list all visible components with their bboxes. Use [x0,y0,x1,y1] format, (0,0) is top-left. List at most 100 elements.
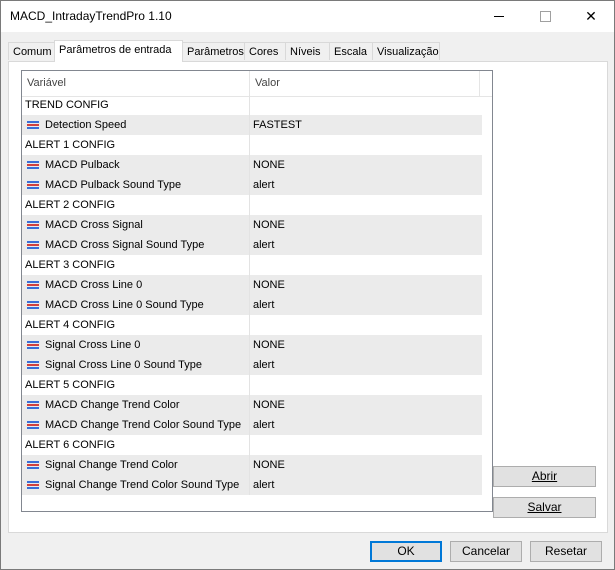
grid-rows: TREND CONFIG Detection Speed FASTEST ALERT … [22,95,482,495]
parameter-row[interactable]: MACD Cross Line 0 Sound Type alert [22,295,482,315]
value-cell[interactable]: NONE [250,335,482,355]
variable-cell: MACD Change Trend Color Sound Type [22,415,250,435]
variable-label: MACD Change Trend Color Sound Type [45,419,242,431]
minimize-button[interactable] [476,1,522,32]
parameter-row[interactable]: MACD Cross Signal NONE [22,215,482,235]
parameter-row[interactable]: MACD Cross Signal Sound Type alert [22,235,482,255]
group-header-row: ALERT 5 CONFIG [22,375,482,395]
parameter-row[interactable]: MACD Change Trend Color Sound Type alert [22,415,482,435]
variable-cell: Signal Cross Line 0 Sound Type [22,355,250,375]
parameter-row[interactable]: Signal Cross Line 0 Sound Type alert [22,355,482,375]
dialog-window: MACD_IntradayTrendPro 1.10 ✕ Comum Parâm… [0,0,615,570]
parameter-icon [27,240,39,250]
variable-cell: Signal Change Trend Color Sound Type [22,475,250,495]
column-header-value[interactable]: Valor [250,71,480,96]
title-bar[interactable]: MACD_IntradayTrendPro 1.10 ✕ [1,1,614,32]
variable-label: Signal Cross Line 0 Sound Type [45,359,202,371]
column-header-variable[interactable]: Variável [22,71,250,96]
value-cell[interactable]: alert [250,175,482,195]
value-cell[interactable]: NONE [250,455,482,475]
group-header-row: ALERT 6 CONFIG [22,435,482,455]
maximize-button [522,1,568,32]
tab-panel: Variável Valor TREND CONFIG Detection Spe… [8,61,608,533]
parameter-icon [27,280,39,290]
value-cell[interactable]: NONE [250,275,482,295]
parameter-row[interactable]: Signal Change Trend Color Sound Type aler… [22,475,482,495]
minimize-icon [494,16,504,17]
value-cell [250,255,482,275]
variable-label: Signal Change Trend Color Sound Type [45,479,240,491]
tab-parametros-de-entrada[interactable]: Parâmetros de entrada [54,40,183,62]
tab-cores[interactable]: Cores [244,42,286,60]
tab-label: Escala [334,46,368,58]
variable-label: Signal Change Trend Color [45,459,178,471]
value-cell[interactable]: alert [250,475,482,495]
variable-cell: MACD Pulback [22,155,250,175]
variable-label: MACD Cross Signal Sound Type [45,239,205,251]
value-cell[interactable]: alert [250,235,482,255]
cancel-button[interactable]: Cancelar [450,541,522,562]
variable-cell: ALERT 5 CONFIG [22,375,250,395]
variable-cell: MACD Pulback Sound Type [22,175,250,195]
variable-cell: ALERT 4 CONFIG [22,315,250,335]
parameter-row[interactable]: MACD Cross Line 0 NONE [22,275,482,295]
variable-cell: ALERT 1 CONFIG [22,135,250,155]
value-cell[interactable]: alert [250,355,482,375]
parameter-icon [27,360,39,370]
parameter-icon [27,420,39,430]
close-button[interactable]: ✕ [568,1,614,32]
group-header-row: ALERT 2 CONFIG [22,195,482,215]
grid-header: Variável Valor [22,71,492,97]
variable-cell: MACD Cross Line 0 [22,275,250,295]
variable-label: MACD Change Trend Color [45,399,180,411]
save-button-label: Salvar [527,500,562,514]
variable-label: MACD Pulback [45,159,120,171]
variable-label: ALERT 3 CONFIG [25,259,116,271]
variable-cell: ALERT 2 CONFIG [22,195,250,215]
parameter-row[interactable]: Signal Cross Line 0 NONE [22,335,482,355]
reset-button[interactable]: Resetar [530,541,602,562]
tab-label: Visualização [377,46,439,58]
parameter-icon [27,400,39,410]
tab-parametros[interactable]: Parâmetros [182,42,245,60]
value-cell [250,435,482,455]
tab-niveis[interactable]: Níveis [285,42,330,60]
parameter-icon [27,480,39,490]
variable-cell: Signal Change Trend Color [22,455,250,475]
variable-cell: MACD Cross Signal [22,215,250,235]
tab-visualizacao[interactable]: Visualização [372,42,440,60]
value-cell[interactable]: alert [250,295,482,315]
close-icon: ✕ [585,8,597,24]
parameter-row[interactable]: MACD Pulback Sound Type alert [22,175,482,195]
parameter-row[interactable]: MACD Change Trend Color NONE [22,395,482,415]
open-button[interactable]: Abrir [493,466,596,487]
variable-label: ALERT 4 CONFIG [25,319,116,331]
group-header-row: ALERT 1 CONFIG [22,135,482,155]
value-cell[interactable]: NONE [250,395,482,415]
tab-label: Parâmetros de entrada [59,44,172,56]
variable-label: MACD Cross Signal [45,219,143,231]
parameter-icon [27,340,39,350]
parameter-row[interactable]: MACD Pulback NONE [22,155,482,175]
parameter-row[interactable]: Detection Speed FASTEST [22,115,482,135]
value-cell [250,195,482,215]
group-header-row: ALERT 4 CONFIG [22,315,482,335]
parameter-icon [27,160,39,170]
window-title: MACD_IntradayTrendPro 1.10 [10,9,172,23]
tab-label: Comum [13,46,52,58]
parameter-row[interactable]: Signal Change Trend Color NONE [22,455,482,475]
tab-comum[interactable]: Comum [8,42,55,60]
variable-label: ALERT 1 CONFIG [25,139,116,151]
variable-label: MACD Cross Line 0 [45,279,143,291]
parameters-grid: Variável Valor TREND CONFIG Detection Spe… [21,70,493,512]
variable-cell: MACD Cross Line 0 Sound Type [22,295,250,315]
save-button[interactable]: Salvar [493,497,596,518]
value-cell[interactable]: NONE [250,215,482,235]
variable-label: ALERT 5 CONFIG [25,379,116,391]
value-cell[interactable]: alert [250,415,482,435]
value-cell[interactable]: NONE [250,155,482,175]
ok-button[interactable]: OK [370,541,442,562]
variable-cell: MACD Cross Signal Sound Type [22,235,250,255]
tab-escala[interactable]: Escala [329,42,373,60]
value-cell[interactable]: FASTEST [250,115,482,135]
